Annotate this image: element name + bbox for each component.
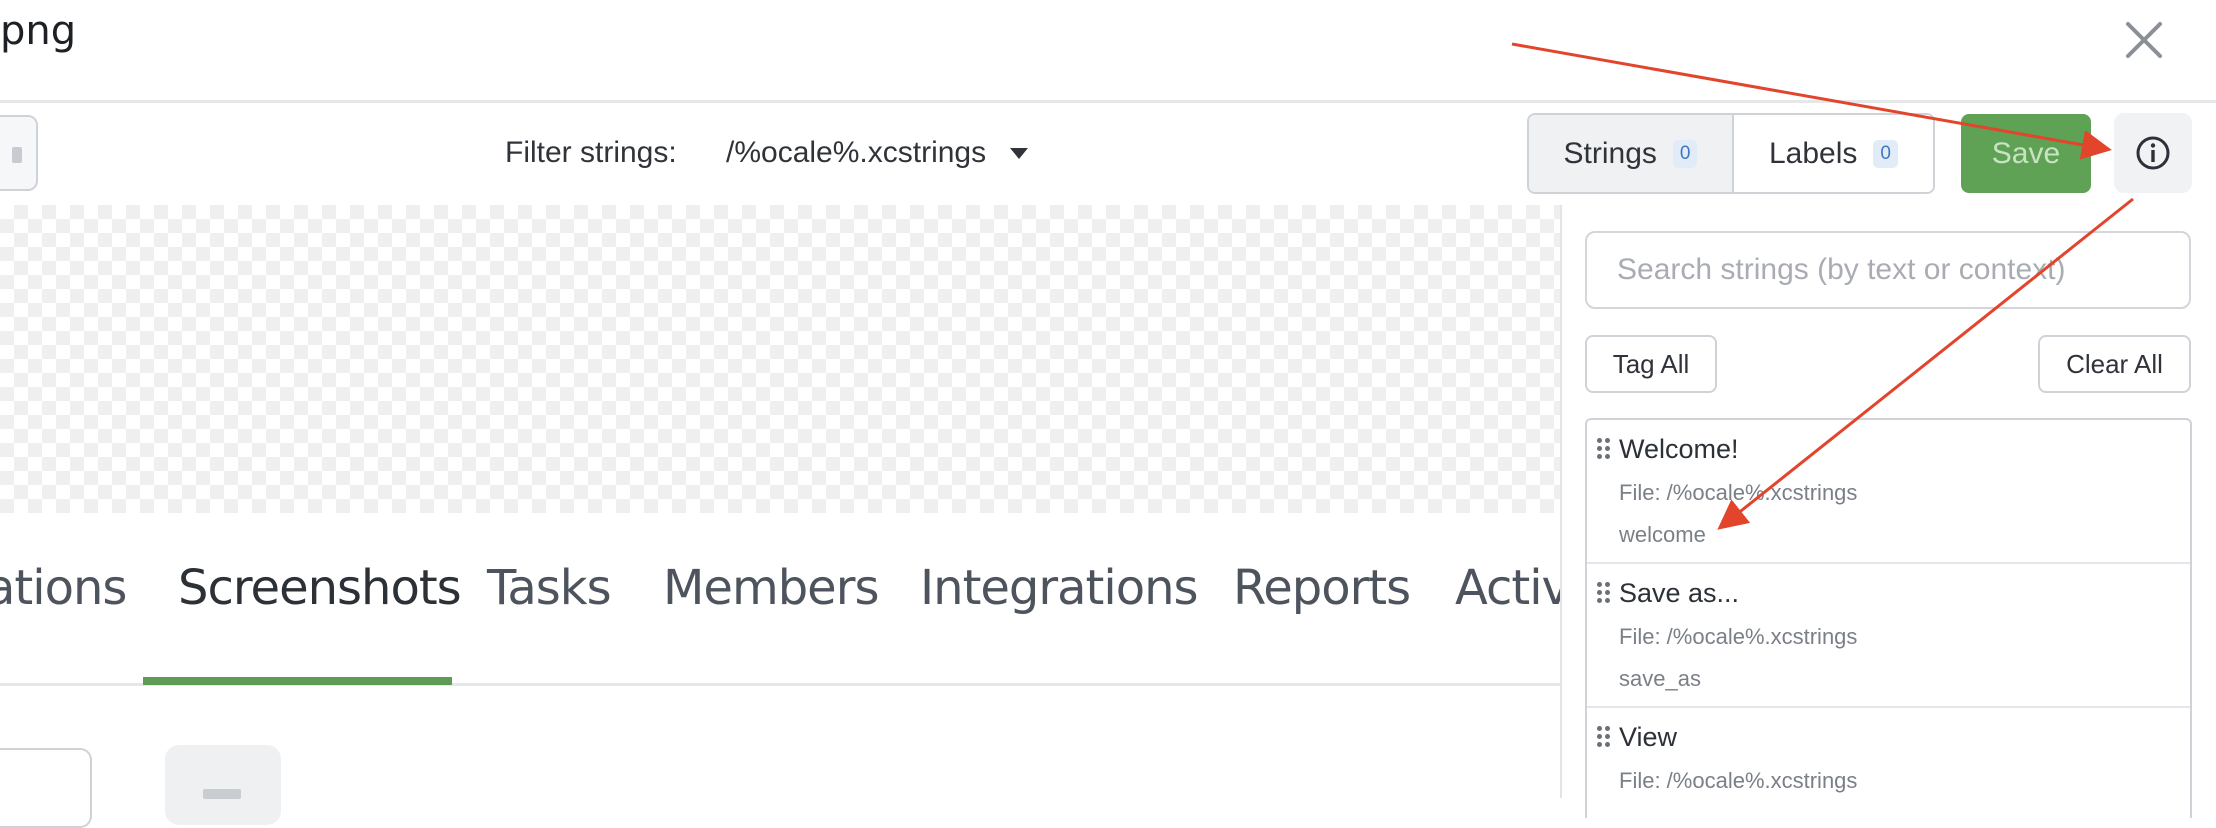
filter-strings-label: Filter strings: bbox=[505, 136, 677, 169]
strings-tab[interactable]: Strings 0 bbox=[1529, 115, 1734, 192]
close-button[interactable] bbox=[2120, 8, 2170, 64]
info-button[interactable] bbox=[2114, 113, 2192, 193]
tab-translations[interactable]: ations bbox=[0, 560, 127, 616]
string-item[interactable]: Save as... File: /%ocale%.xcstrings save… bbox=[1587, 564, 2190, 708]
strings-count-badge: 0 bbox=[1672, 139, 1698, 168]
drag-handle-icon[interactable] bbox=[1597, 726, 1613, 750]
tab-integrations[interactable]: Integrations bbox=[920, 560, 1198, 616]
string-title: Welcome! bbox=[1619, 434, 1739, 464]
save-button[interactable]: Save bbox=[1961, 114, 2091, 193]
string-file: File: /%ocale%.xcstrings bbox=[1619, 624, 1858, 649]
button-icon bbox=[12, 147, 22, 163]
delete-button[interactable] bbox=[165, 745, 281, 825]
screenshot-canvas[interactable] bbox=[0, 205, 1562, 513]
page-title: png bbox=[0, 8, 77, 54]
string-file: File: /%ocale%.xcstrings bbox=[1619, 480, 1858, 505]
labels-tab[interactable]: Labels 0 bbox=[1733, 115, 1933, 192]
string-key: welcome bbox=[1619, 522, 1706, 547]
toolbar-left-button[interactable] bbox=[0, 115, 38, 191]
search-strings-input[interactable]: Search strings (by text or context) bbox=[1585, 231, 2191, 309]
drag-handle-icon[interactable] bbox=[1597, 438, 1613, 462]
bottom-input[interactable] bbox=[0, 748, 92, 828]
info-icon bbox=[2136, 136, 2170, 170]
string-key: save_as bbox=[1619, 666, 1701, 691]
tab-reports[interactable]: Reports bbox=[1233, 560, 1411, 616]
tab-tasks[interactable]: Tasks bbox=[487, 560, 612, 616]
filter-strings-dropdown[interactable]: /%ocale%.xcstrings bbox=[726, 136, 986, 170]
tag-all-button[interactable]: Tag All bbox=[1585, 335, 1717, 393]
string-title: View bbox=[1619, 722, 1678, 752]
string-file: File: /%ocale%.xcstrings bbox=[1619, 768, 1858, 793]
string-list: Welcome! File: /%ocale%.xcstrings welcom… bbox=[1585, 418, 2192, 818]
chevron-down-icon[interactable] bbox=[1010, 148, 1028, 159]
drag-handle-icon[interactable] bbox=[1597, 582, 1613, 606]
header-divider bbox=[0, 100, 2216, 103]
tab-members[interactable]: Members bbox=[663, 560, 879, 616]
clear-all-button[interactable]: Clear All bbox=[2038, 335, 2191, 393]
active-tab-indicator bbox=[143, 677, 452, 685]
string-item[interactable]: View File: /%ocale%.xcstrings bbox=[1587, 708, 2190, 818]
tab-screenshots[interactable]: Screenshots bbox=[178, 560, 462, 616]
strings-labels-toggle: Strings 0 Labels 0 bbox=[1527, 113, 1935, 194]
string-title: Save as... bbox=[1619, 578, 1740, 608]
project-tabs: ations Screenshots Tasks Members Integra… bbox=[0, 560, 1582, 684]
close-icon bbox=[2126, 22, 2162, 58]
labels-count-badge: 0 bbox=[1873, 139, 1898, 168]
strings-tab-label: Strings bbox=[1563, 136, 1657, 170]
labels-tab-label: Labels bbox=[1769, 136, 1858, 170]
string-item[interactable]: Welcome! File: /%ocale%.xcstrings welcom… bbox=[1587, 420, 2190, 564]
